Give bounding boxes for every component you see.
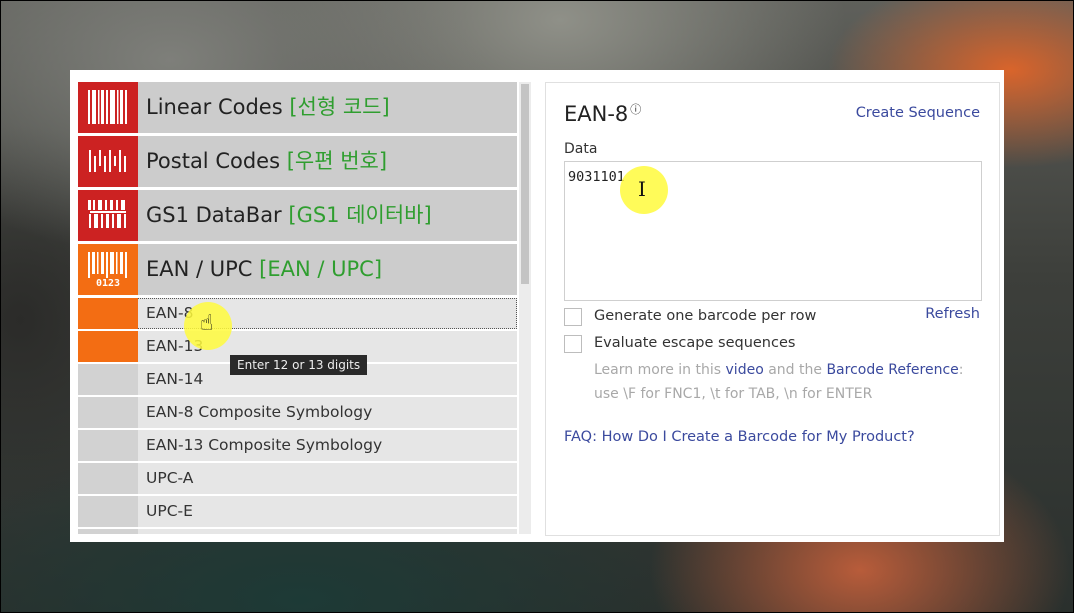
refresh-link[interactable]: Refresh: [925, 306, 980, 322]
list-item-label: UPC-A: [146, 469, 194, 487]
faq-link[interactable]: FAQ: How Do I Create a Barcode for My Pr…: [564, 429, 915, 445]
linear-barcode-icon: [78, 82, 138, 133]
category-label: EAN / UPC: [146, 257, 253, 281]
evaluate-escape-label: Evaluate escape sequences: [594, 335, 796, 351]
generate-per-row-label: Generate one barcode per row: [594, 308, 817, 324]
barcode-reference-link[interactable]: Barcode Reference: [826, 362, 958, 378]
list-item-label: EAN-13 Composite Symbology: [146, 436, 383, 454]
category-label: Linear Codes: [146, 95, 283, 119]
list-item-swatch: [78, 496, 138, 527]
list-item-label: EAN-8 Composite Symbology: [146, 403, 373, 421]
symbology-list: Linear Codes [선형 코드] Postal Codes [우편 번호…: [78, 82, 517, 534]
category-gs1-databar[interactable]: GS1 DataBar [GS1 데이터바]: [78, 190, 517, 241]
help-text-1: Learn more in this: [594, 362, 722, 378]
scrollbar-thumb[interactable]: [521, 84, 529, 284]
list-item-partial[interactable]: [78, 529, 517, 534]
category-korean-label: [EAN / UPC]: [259, 257, 383, 281]
postal-barcode-icon: [78, 136, 138, 187]
category-korean-label: [선형 코드]: [289, 95, 390, 119]
symbology-title-text: EAN-8: [564, 102, 629, 126]
escape-help-text: Learn more in this video and the Barcode…: [594, 358, 974, 406]
ean-icon-digits: 0123: [96, 278, 120, 288]
category-label: GS1 DataBar: [146, 203, 282, 227]
list-item-upc-e[interactable]: UPC-E: [78, 496, 517, 527]
list-item-swatch: [78, 331, 138, 362]
list-item-swatch: [78, 364, 138, 395]
list-item-swatch: [78, 463, 138, 494]
category-korean-label: [GS1 데이터바]: [288, 203, 432, 227]
data-label: Data: [564, 141, 598, 157]
generate-per-row-checkbox[interactable]: [564, 308, 582, 326]
tooltip: Enter 12 or 13 digits: [230, 355, 368, 375]
list-item-ean-13-composite[interactable]: EAN-13 Composite Symbology: [78, 430, 517, 461]
video-link[interactable]: video: [726, 362, 764, 378]
list-scrollbar[interactable]: [519, 82, 531, 534]
category-label: Postal Codes: [146, 149, 281, 173]
list-item-ean-8-composite[interactable]: EAN-8 Composite Symbology: [78, 397, 517, 428]
info-icon[interactable]: ⓘ: [630, 103, 641, 116]
symbology-title: EAN-8 ⓘ: [564, 101, 641, 126]
list-item-label: UPC-E: [146, 502, 193, 520]
evaluate-escape-checkbox[interactable]: [564, 335, 582, 353]
list-item-ean-8[interactable]: EAN-8: [78, 298, 517, 329]
text-cursor-icon: I: [638, 177, 646, 201]
list-item-swatch: [78, 397, 138, 428]
list-item-swatch: [78, 298, 138, 329]
ean-upc-icon: 0123: [78, 244, 138, 295]
list-item-swatch: [78, 529, 138, 534]
create-sequence-link[interactable]: Create Sequence: [856, 105, 980, 121]
help-text-2: and the: [768, 362, 822, 378]
barcode-settings-panel: EAN-8 ⓘ Create Sequence Data 9031101 Gene…: [545, 82, 1000, 536]
category-linear-codes[interactable]: Linear Codes [선형 코드]: [78, 82, 517, 133]
list-item-swatch: [78, 430, 138, 461]
category-postal-codes[interactable]: Postal Codes [우편 번호]: [78, 136, 517, 187]
list-item-upc-a[interactable]: UPC-A: [78, 463, 517, 494]
gs1-databar-icon: [78, 190, 138, 241]
category-ean-upc[interactable]: 0123 EAN / UPC [EAN / UPC]: [78, 244, 517, 295]
hand-cursor-icon: ☝: [200, 311, 214, 336]
list-item-label: EAN-14: [146, 370, 204, 388]
category-korean-label: [우편 번호]: [286, 149, 388, 173]
